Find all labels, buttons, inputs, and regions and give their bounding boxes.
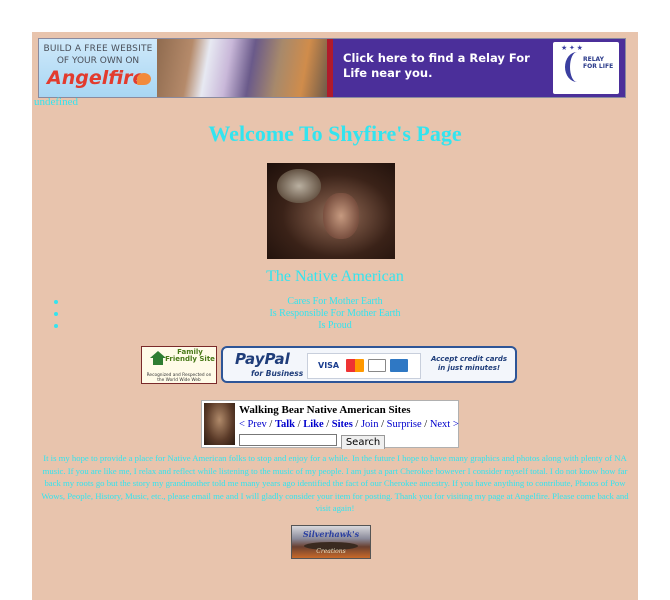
page-subtitle: The Native American xyxy=(266,268,404,285)
webring-title: Walking Bear Native American Sites xyxy=(239,404,411,416)
paypal-subtitle: for Business xyxy=(251,369,304,378)
house-wall xyxy=(153,358,163,365)
page-title: Welcome To Shyfire's Page xyxy=(208,121,462,146)
list-item: Is Proud xyxy=(32,320,638,332)
webring-prev-link[interactable]: < Prev xyxy=(239,419,267,430)
silverhawk-creations-badge[interactable]: Silverhawk's Creations xyxy=(291,525,371,559)
face-shape xyxy=(323,193,359,239)
list-item: Cares For Mother Earth xyxy=(32,296,638,308)
webring-join-link[interactable]: Join xyxy=(361,419,379,430)
webring-search-input[interactable] xyxy=(239,434,337,446)
webring-nav: < Prev / Talk / Like / Sites / Join / Su… xyxy=(239,419,459,430)
list-item-text: Is Proud xyxy=(318,320,352,331)
amex-icon xyxy=(390,359,408,372)
silverhawk-title: Silverhawk's xyxy=(302,529,360,539)
webring-talk-link[interactable]: Talk xyxy=(275,419,295,430)
bullet-icon xyxy=(54,312,58,316)
paypal-business-banner[interactable]: PayPal for Business VISA Accept credit c… xyxy=(221,346,517,383)
paypal-accept-text: Accept credit cards in just minutes! xyxy=(430,355,508,372)
webring-surprise-link[interactable]: Surprise xyxy=(387,419,422,430)
angelfire-flame-icon xyxy=(137,73,151,85)
relay-participants-photo xyxy=(157,39,327,97)
attributes-list: Cares For Mother Earth Is Responsible Fo… xyxy=(32,296,638,332)
family-friendly-text: Family Friendly Site xyxy=(165,348,215,363)
webring-like-link[interactable]: Like xyxy=(303,419,323,430)
angelfire-logo: Angelfire xyxy=(47,67,146,89)
visa-icon: VISA xyxy=(318,361,340,370)
native-american-portrait-image xyxy=(267,163,395,259)
webring-image xyxy=(204,403,235,445)
webring-sites-link[interactable]: Sites xyxy=(332,419,353,430)
webring-box: Walking Bear Native American Sites < Pre… xyxy=(201,400,459,449)
angelfire-promo-line2: OF YOUR OWN ON xyxy=(56,56,140,66)
discover-icon xyxy=(368,359,386,372)
headdress-shape xyxy=(277,169,321,203)
stars-icon: ★ ✦ ★ xyxy=(561,44,583,52)
bullet-icon xyxy=(54,324,58,328)
relay-logo-text: RELAY FOR LIFE xyxy=(583,56,614,70)
angelfire-promo-line1: BUILD A FREE WEBSITE xyxy=(43,44,153,54)
webring-search-button[interactable]: Search xyxy=(341,435,385,449)
silverhawk-subtitle: Creations xyxy=(316,548,346,555)
credit-card-logos: VISA xyxy=(307,353,421,379)
house-icon xyxy=(150,351,166,365)
relay-for-life-logo: ★ ✦ ★ RELAY FOR LIFE xyxy=(553,42,619,94)
angelfire-promo[interactable]: BUILD A FREE WEBSITE OF YOUR OWN ON Ange… xyxy=(39,39,157,97)
list-item: Is Responsible For Mother Earth xyxy=(32,308,638,320)
webring-next-link[interactable]: Next > xyxy=(430,419,459,430)
relay-for-life-link-text[interactable]: Click here to find a Relay For Life near… xyxy=(343,51,543,81)
bullet-icon xyxy=(54,300,58,304)
list-item-text: Cares For Mother Earth xyxy=(287,296,383,307)
family-friendly-badge[interactable]: Family Friendly Site Recognized and Resp… xyxy=(141,346,217,384)
paypal-logo: PayPal xyxy=(235,350,290,368)
family-friendly-caption: Recognized and Respected on the World Wi… xyxy=(146,373,212,383)
list-item-text: Is Responsible For Mother Earth xyxy=(269,308,401,319)
intro-paragraph: It is my hope to provide a place for Nat… xyxy=(41,453,629,513)
undefined-text: undefined xyxy=(34,96,78,108)
angelfire-relay-banner-ad[interactable]: BUILD A FREE WEBSITE OF YOUR OWN ON Ange… xyxy=(38,38,626,98)
mastercard-icon xyxy=(346,359,364,372)
banner-divider xyxy=(327,39,333,97)
page: BUILD A FREE WEBSITE OF YOUR OWN ON Ange… xyxy=(32,32,638,600)
